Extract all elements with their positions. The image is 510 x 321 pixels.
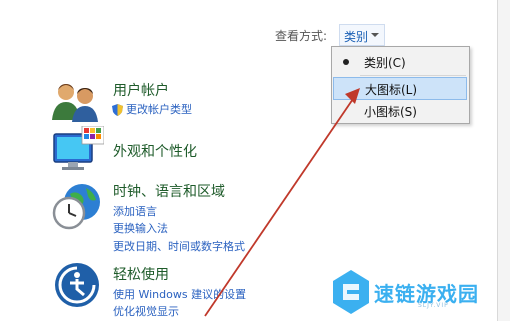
annotation-arrow [204, 88, 360, 317]
watermark-url: SLJY.VIP [418, 302, 449, 309]
watermark-logo-icon [333, 270, 369, 314]
